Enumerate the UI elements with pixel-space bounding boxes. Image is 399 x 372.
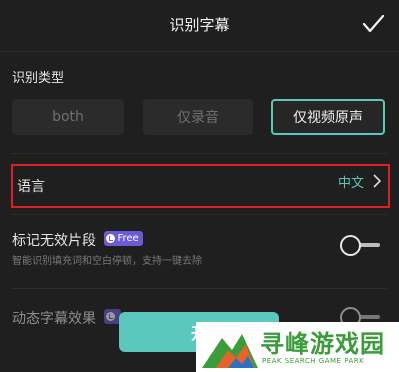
type-option-both[interactable]: both <box>12 99 124 135</box>
watermark: 寻峰游戏园 PEAK SEARCH GAME PARK <box>196 322 399 372</box>
recognition-type-label: 识别类型 <box>12 71 65 86</box>
language-value: 中文 <box>337 176 364 191</box>
chevron-right-icon <box>373 174 382 188</box>
clock-icon <box>106 234 116 243</box>
mark-invalid-toggle[interactable] <box>340 235 380 256</box>
language-label: 语言 <box>17 179 45 195</box>
section-divider <box>12 153 387 154</box>
type-option-audio-only[interactable]: 仅录音 <box>143 99 253 135</box>
mark-invalid-description: 智能识别填充词和空白停顿，支持一键去除 <box>12 256 202 267</box>
dynamic-subtitle-title: 动态字幕效果 <box>12 311 96 327</box>
watermark-subtitle: PEAK SEARCH GAME PARK <box>262 357 365 365</box>
header-divider <box>0 51 399 52</box>
mark-invalid-title: 标记无效片段 <box>12 233 96 249</box>
toggle-knob <box>340 235 361 256</box>
section-divider <box>12 288 387 289</box>
type-option-video-original[interactable]: 仅视频原声 <box>271 99 385 135</box>
dynamic-subtitle-row: 动态字幕效果 <box>12 308 122 328</box>
language-row[interactable]: 语言 中文 <box>11 164 390 208</box>
watermark-name: 寻峰游戏园 <box>260 330 385 358</box>
mountain-logo-icon <box>202 334 258 368</box>
free-badge-label: Free <box>117 233 139 244</box>
clock-icon <box>106 312 116 321</box>
page-title: 识别字幕 <box>169 16 230 34</box>
checkmark-icon[interactable] <box>361 12 385 36</box>
free-badge: Free <box>104 231 143 246</box>
mark-invalid-row: 标记无效片段 Free <box>12 230 143 250</box>
section-divider <box>12 214 387 215</box>
